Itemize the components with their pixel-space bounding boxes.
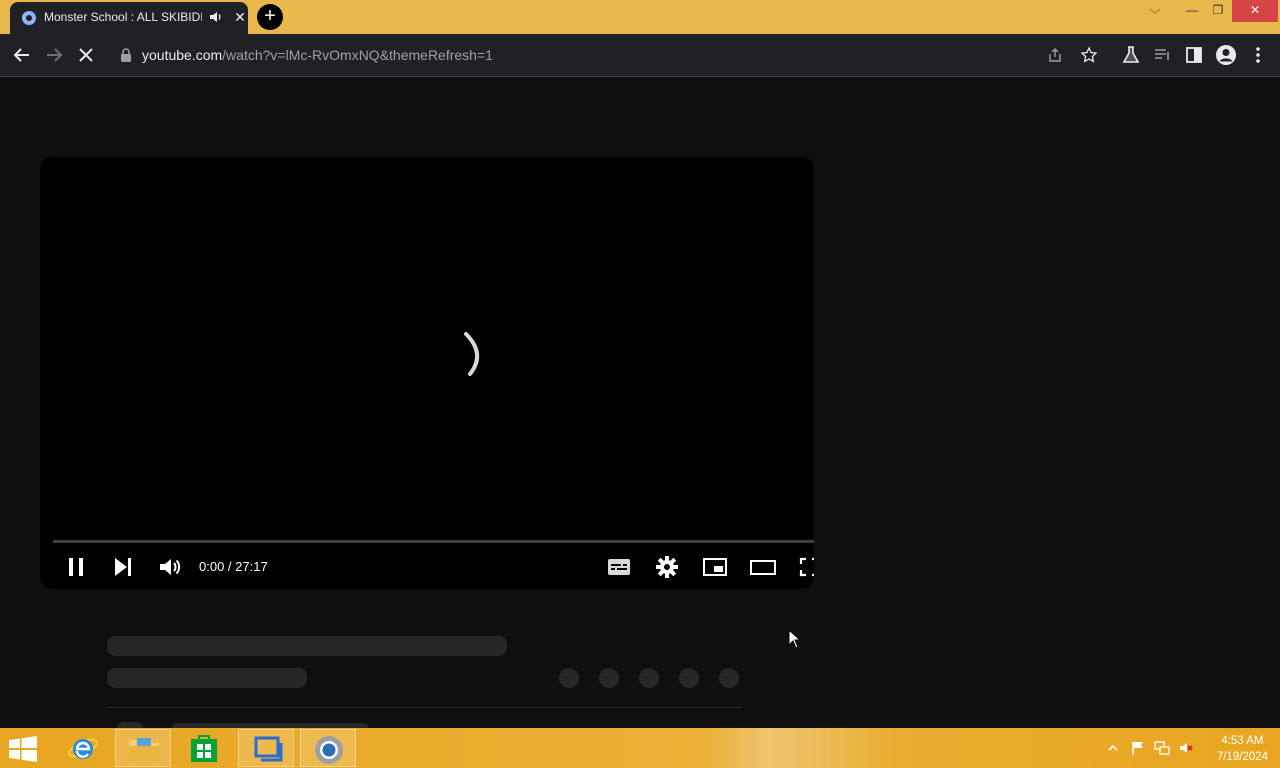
divider	[107, 707, 742, 708]
taskbar: 4:53 AM 7/19/2024	[0, 728, 1280, 768]
tab-close-icon[interactable]: ✕	[230, 7, 250, 27]
time-display: 0:00 / 27:17	[199, 559, 268, 574]
action-skeleton	[719, 668, 739, 688]
browser-tab[interactable]: Monster School : ALL SKIBIDI ✕	[10, 2, 248, 34]
next-icon[interactable]	[108, 552, 138, 582]
page-content: 0:00 / 27:17	[0, 77, 1280, 728]
action-skeleton	[559, 668, 579, 688]
loading-spinner-icon	[464, 332, 479, 376]
volume-muted-icon[interactable]	[1178, 740, 1194, 756]
start-icon[interactable]	[8, 736, 38, 762]
subtitles-icon[interactable]	[604, 552, 634, 582]
channel-skeleton	[107, 668, 307, 688]
browser-menu-icon[interactable]	[1245, 42, 1271, 68]
app-icon	[254, 736, 283, 762]
taskbar-clock[interactable]: 4:53 AM 7/19/2024	[1217, 733, 1268, 765]
video-player[interactable]: 0:00 / 27:17	[40, 157, 814, 589]
action-skeleton	[599, 668, 619, 688]
restore-button[interactable]: ❐	[1203, 0, 1233, 22]
mouse-cursor-icon	[788, 629, 802, 649]
tab-favicon-icon	[22, 11, 36, 25]
bookmark-star-icon[interactable]	[1080, 46, 1098, 64]
new-tab-button[interactable]: +	[257, 4, 283, 30]
browser-toolbar: youtube.com/watch?v=lMc-RvOmxNQ&themeRef…	[0, 34, 1280, 77]
clock-time: 4:53 AM	[1221, 735, 1264, 747]
share-icon[interactable]	[1047, 47, 1063, 63]
settings-icon[interactable]	[652, 552, 682, 582]
stop-loading-icon[interactable]	[73, 42, 99, 68]
network-icon[interactable]	[1154, 740, 1170, 756]
taskbar-file-explorer[interactable]	[115, 729, 171, 767]
back-arrow-icon[interactable]	[9, 42, 35, 68]
side-panel-icon[interactable]	[1181, 42, 1207, 68]
taskbar-store[interactable]	[177, 729, 233, 767]
title-skeleton	[107, 636, 507, 656]
progress-bar[interactable]	[53, 540, 814, 543]
tray-overflow-icon[interactable]	[1107, 740, 1119, 756]
pause-icon[interactable]	[61, 552, 91, 582]
action-center-flag-icon[interactable]	[1130, 740, 1146, 756]
media-queue-icon[interactable]	[1150, 42, 1176, 68]
profile-avatar-icon[interactable]	[1213, 42, 1239, 68]
url-host: youtube.com	[142, 47, 223, 63]
url-path: /watch?v=lMc-RvOmxNQ&themeRefresh=1	[222, 47, 493, 63]
taskbar-internet-explorer[interactable]	[55, 729, 111, 767]
taskbar-chrome[interactable]	[300, 729, 356, 767]
internet-explorer-icon	[68, 738, 98, 759]
tab-strip: Monster School : ALL SKIBIDI ✕ + — ❐ ✕	[0, 0, 1280, 34]
address-text[interactable]: youtube.com/watch?v=lMc-RvOmxNQ&themeRef…	[142, 47, 493, 63]
action-skeleton	[679, 668, 699, 688]
lock-icon[interactable]	[120, 48, 132, 62]
action-skeleton	[639, 668, 659, 688]
chrome-icon	[315, 736, 343, 764]
taskbar-app[interactable]	[238, 729, 294, 767]
tab-title: Monster School : ALL SKIBIDI	[44, 10, 202, 24]
labs-flask-icon[interactable]	[1118, 42, 1144, 68]
theater-icon[interactable]	[748, 552, 778, 582]
forward-arrow-icon[interactable]	[41, 42, 67, 68]
address-bar[interactable]: youtube.com/watch?v=lMc-RvOmxNQ&themeRef…	[110, 40, 1098, 70]
tab-audio-playing-icon[interactable]	[208, 9, 224, 25]
fullscreen-icon[interactable]	[794, 552, 814, 582]
store-icon	[191, 735, 217, 762]
miniplayer-icon[interactable]	[700, 552, 730, 582]
volume-icon[interactable]	[155, 552, 185, 582]
clock-date: 7/19/2024	[1216, 751, 1268, 763]
window-close-button[interactable]: ✕	[1232, 0, 1278, 22]
file-explorer-icon	[129, 738, 159, 761]
tab-search-chevron-icon[interactable]	[1148, 6, 1162, 16]
